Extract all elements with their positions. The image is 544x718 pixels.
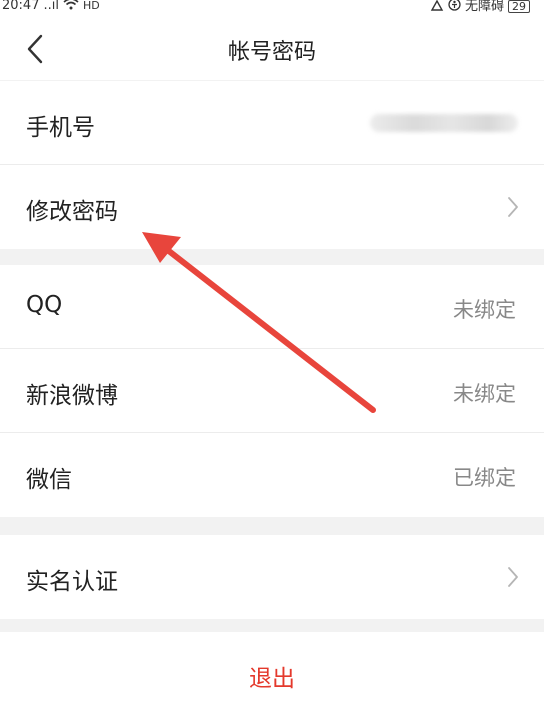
phone-row[interactable]: 手机号 xyxy=(0,81,544,165)
nav-bar: 帐号密码 xyxy=(0,16,544,80)
status-right: 无障碍 29 xyxy=(430,0,530,14)
signal-icon: ..ıl xyxy=(43,0,59,13)
network-type: HD xyxy=(82,0,100,12)
logout-label: 退出 xyxy=(249,666,295,692)
chevron-right-icon xyxy=(508,567,518,587)
real-name-label: 实名认证 xyxy=(26,569,118,595)
binding-group: QQ 未绑定 新浪微博 未绑定 微信 已绑定 xyxy=(0,265,544,517)
binding-row-wechat[interactable]: 微信 已绑定 xyxy=(0,433,544,517)
phone-value-blurred xyxy=(370,114,518,132)
chevron-right-icon xyxy=(508,197,518,217)
binding-label-qq: QQ xyxy=(26,292,63,318)
account-group: 手机号 修改密码 xyxy=(0,81,544,249)
binding-status-weibo: 未绑定 xyxy=(453,382,516,406)
change-password-row[interactable]: 修改密码 xyxy=(0,165,544,249)
logout-button[interactable]: 退出 xyxy=(0,632,544,718)
status-left: 20:47 ..ıl HD xyxy=(2,0,100,13)
binding-status-qq: 未绑定 xyxy=(453,298,516,322)
accessibility-icon xyxy=(448,0,461,14)
binding-row-weibo[interactable]: 新浪微博 未绑定 xyxy=(0,349,544,433)
accessibility-label: 无障碍 xyxy=(464,0,504,14)
binding-label-weibo: 新浪微博 xyxy=(26,383,118,409)
alarm-icon xyxy=(430,0,444,14)
status-bar: 20:47 ..ıl HD 无障碍 29 xyxy=(0,0,544,16)
wifi-icon xyxy=(63,0,79,13)
binding-status-wechat: 已绑定 xyxy=(453,466,516,490)
battery-icon: 29 xyxy=(508,0,530,13)
page-title: 帐号密码 xyxy=(227,40,316,65)
verification-group: 实名认证 xyxy=(0,535,544,619)
status-time: 20:47 xyxy=(2,0,40,13)
phone-label: 手机号 xyxy=(26,115,95,141)
binding-label-wechat: 微信 xyxy=(26,467,72,493)
binding-row-qq[interactable]: QQ 未绑定 xyxy=(0,265,544,349)
change-password-label: 修改密码 xyxy=(26,199,118,225)
real-name-row[interactable]: 实名认证 xyxy=(0,535,544,619)
